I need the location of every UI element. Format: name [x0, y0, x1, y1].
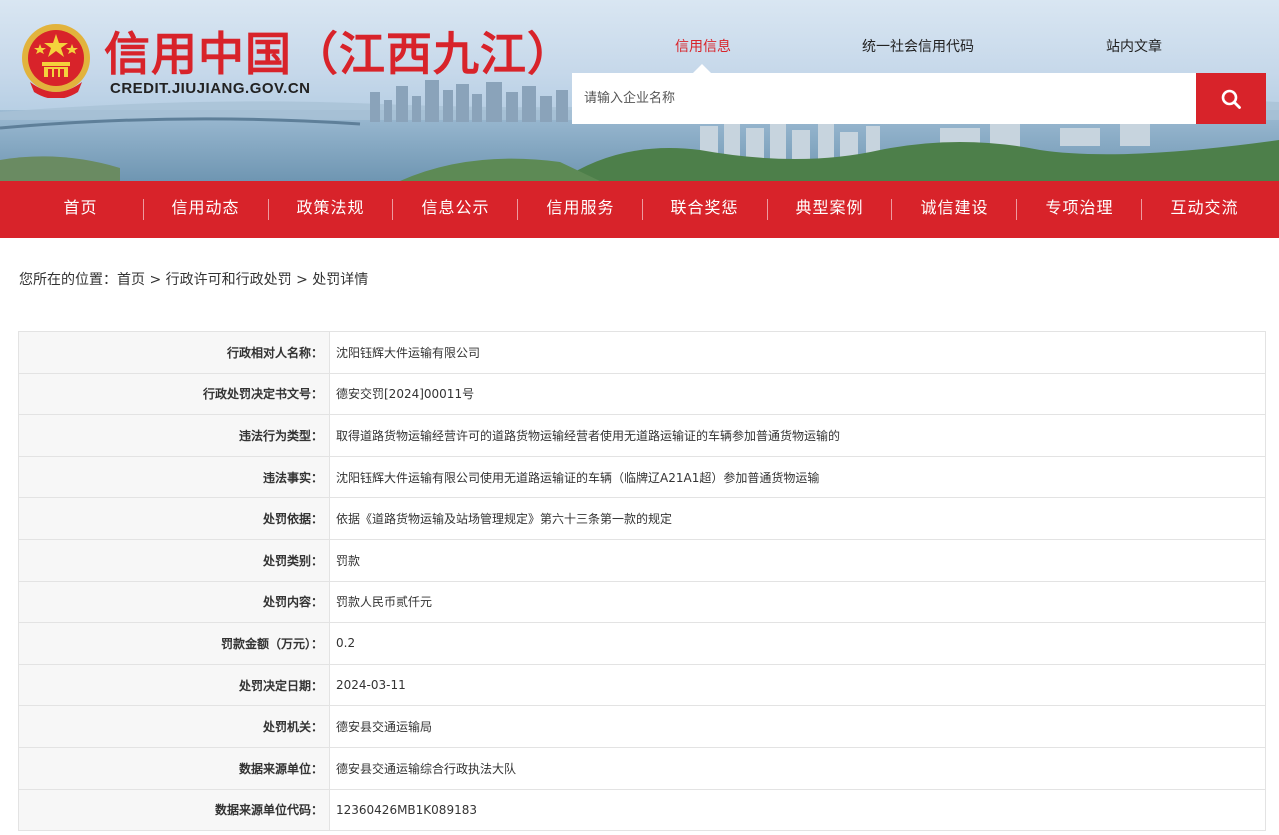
field-value: 德安交罚[2024]00011号 — [329, 372, 1266, 416]
table-row: 处罚内容： 罚款人民币贰仟元 — [18, 580, 1266, 624]
breadcrumb-separator: > — [145, 272, 166, 288]
field-value: 0.2 — [329, 622, 1266, 665]
penalty-detail-table: 行政相对人名称： 沈阳钰辉大件运输有限公司 行政处罚决定书文号： 德安交罚[2024… — [18, 331, 1266, 832]
main-nav: 首页 信用动态 政策法规 信息公示 信用服务 联合奖惩 典型案例 诚信建设 专项… — [0, 181, 1279, 238]
field-value: 取得道路货物运输经营许可的道路货物运输经营者使用无道路运输证的车辆参加普通货物运… — [329, 414, 1266, 457]
field-label: 处罚内容： — [18, 580, 330, 624]
nav-item-governance[interactable]: 专项治理 — [1017, 181, 1142, 238]
site-domain: CREDIT.JIUJIANG.GOV.CN — [110, 80, 311, 97]
table-row: 数据来源单位代码： 12360426MB1K089183 — [18, 788, 1266, 832]
field-value: 依据《道路货物运输及站场管理规定》第六十三条第一款的规定 — [329, 497, 1266, 540]
table-row: 行政相对人名称： 沈阳钰辉大件运输有限公司 — [18, 331, 1266, 374]
breadcrumb: 您所在的位置：首页 > 行政许可和行政处罚 > 处罚详情 — [19, 269, 368, 289]
national-emblem-icon — [22, 24, 90, 98]
table-row: 处罚类别： 罚款 — [18, 538, 1266, 582]
search-icon — [1221, 89, 1241, 109]
field-label: 处罚决定日期： — [18, 663, 330, 707]
field-label: 数据来源单位： — [18, 746, 330, 790]
table-row: 处罚决定日期： 2024-03-11 — [18, 663, 1266, 707]
breadcrumb-prefix: 您所在的位置： — [19, 272, 117, 288]
nav-item-policy[interactable]: 政策法规 — [268, 181, 393, 238]
site-title: 信用中国（江西九江） — [104, 27, 574, 81]
field-value: 罚款 — [329, 538, 1266, 582]
field-label: 行政相对人名称： — [18, 331, 330, 374]
field-value: 2024-03-11 — [329, 663, 1266, 707]
field-label: 数据来源单位代码： — [18, 788, 330, 832]
nav-item-integrity[interactable]: 诚信建设 — [892, 181, 1017, 238]
table-row: 数据来源单位： 德安县交通运输综合行政执法大队 — [18, 746, 1266, 790]
header-banner: 信用中国（江西九江） CREDIT.JIUJIANG.GOV.CN 信用信息 统… — [0, 0, 1279, 181]
nav-item-interaction[interactable]: 互动交流 — [1142, 181, 1267, 238]
breadcrumb-permit-penalty[interactable]: 行政许可和行政处罚 — [166, 272, 292, 288]
field-label: 违法事实： — [18, 455, 330, 499]
active-tab-caret — [693, 64, 711, 73]
tab-credit-info[interactable]: 信用信息 — [675, 36, 731, 56]
table-row: 处罚机关： 德安县交通运输局 — [18, 705, 1266, 748]
field-value: 沈阳钰辉大件运输有限公司使用无道路运输证的车辆（临牌辽A21A1超）参加普通货物… — [329, 455, 1266, 499]
breadcrumb-current: 处罚详情 — [312, 272, 369, 288]
table-row: 行政处罚决定书文号： 德安交罚[2024]00011号 — [18, 372, 1266, 416]
nav-item-service[interactable]: 信用服务 — [518, 181, 643, 238]
nav-item-rewards[interactable]: 联合奖惩 — [642, 181, 767, 238]
nav-item-home[interactable]: 首页 — [18, 181, 143, 238]
table-row: 违法事实： 沈阳钰辉大件运输有限公司使用无道路运输证的车辆（临牌辽A21A1超）参… — [18, 455, 1266, 499]
nav-item-credit-news[interactable]: 信用动态 — [143, 181, 268, 238]
search-button[interactable] — [1196, 73, 1266, 124]
field-value: 罚款人民币贰仟元 — [329, 580, 1266, 624]
tab-unified-credit-code[interactable]: 统一社会信用代码 — [862, 36, 974, 56]
breadcrumb-separator: > — [291, 272, 313, 288]
field-value: 沈阳钰辉大件运输有限公司 — [329, 331, 1266, 374]
field-value: 德安县交通运输综合行政执法大队 — [329, 746, 1266, 790]
table-row: 处罚依据： 依据《道路货物运输及站场管理规定》第六十三条第一款的规定 — [18, 497, 1266, 540]
search-input[interactable] — [572, 73, 1196, 124]
nav-item-cases[interactable]: 典型案例 — [767, 181, 892, 238]
table-row: 罚款金额（万元）： 0.2 — [18, 622, 1266, 665]
field-label: 罚款金额（万元）： — [18, 622, 330, 665]
field-value: 德安县交通运输局 — [329, 705, 1266, 748]
tab-site-articles[interactable]: 站内文章 — [1106, 36, 1162, 56]
field-label: 处罚机关： — [18, 705, 330, 748]
field-label: 处罚依据： — [18, 497, 330, 540]
field-label: 违法行为类型： — [18, 414, 330, 457]
top-tabs: 信用信息 统一社会信用代码 站内文章 — [572, 36, 1266, 60]
nav-item-disclosure[interactable]: 信息公示 — [393, 181, 518, 238]
breadcrumb-home[interactable]: 首页 — [117, 272, 145, 288]
table-row: 违法行为类型： 取得道路货物运输经营许可的道路货物运输经营者使用无道路运输证的车辆… — [18, 414, 1266, 457]
field-label: 行政处罚决定书文号： — [18, 372, 330, 416]
field-label: 处罚类别： — [18, 538, 330, 582]
field-value: 12360426MB1K089183 — [329, 788, 1266, 832]
